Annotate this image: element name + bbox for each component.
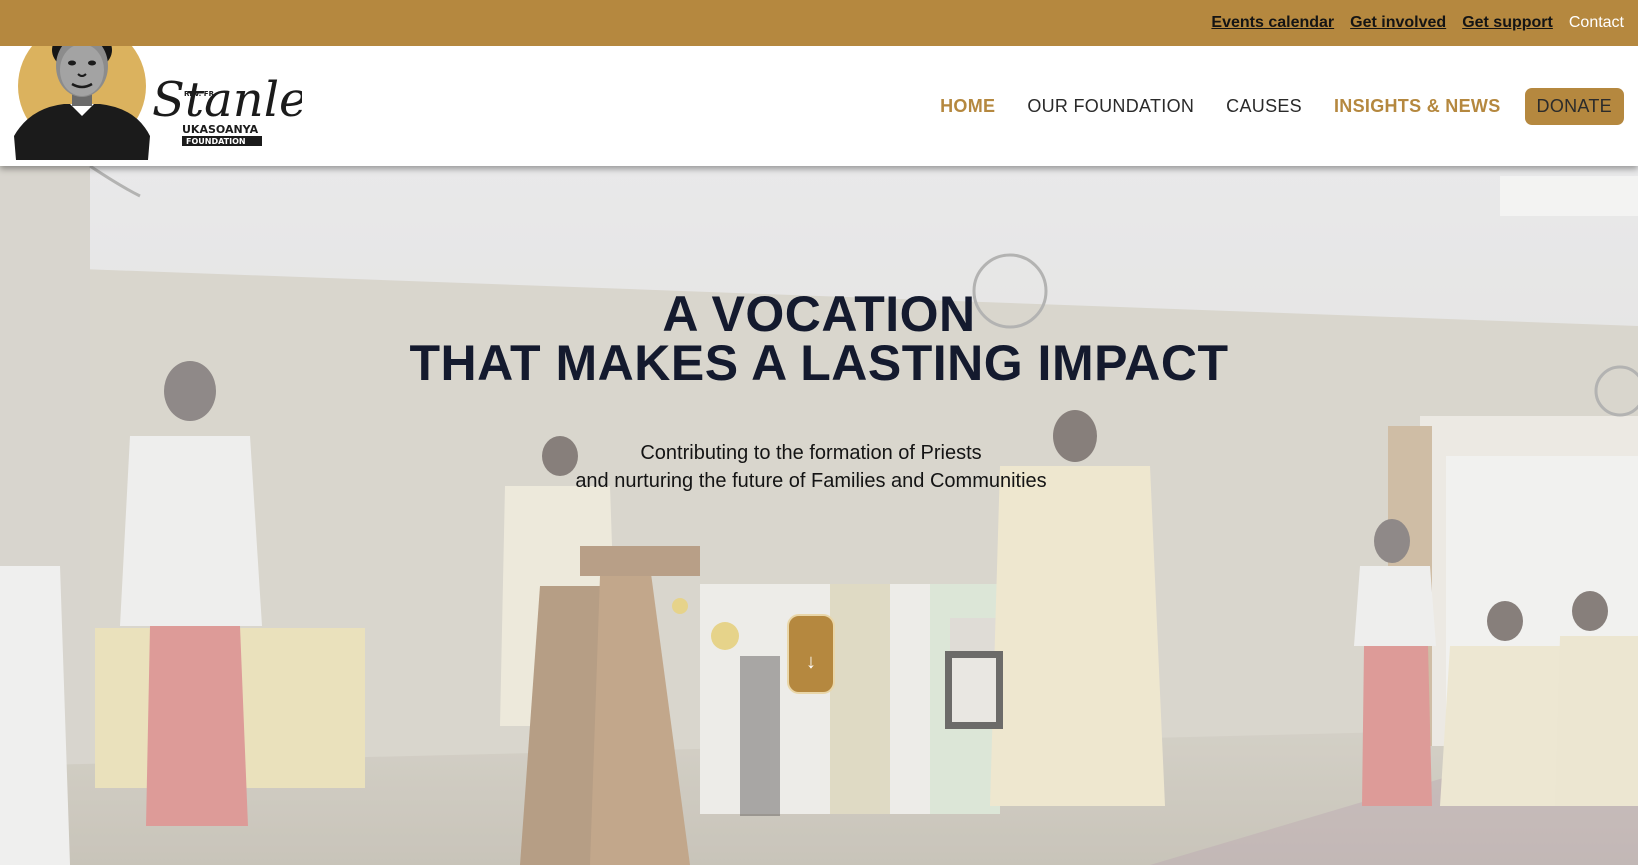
logo-tag-text: FOUNDATION	[186, 137, 246, 146]
nav-our-foundation[interactable]: OUR FOUNDATION	[1027, 96, 1194, 117]
contact-link[interactable]: Contact	[1569, 14, 1624, 32]
hero-subtitle-line-1: Contributing to the formation of Priests	[640, 442, 982, 464]
main-nav: HOME OUR FOUNDATION CAUSES INSIGHTS & NE…	[940, 88, 1624, 125]
donate-button[interactable]: DONATE	[1524, 88, 1624, 125]
hero-background-photo	[0, 166, 1638, 865]
hero-subtitle: Contributing to the formation of Priests…	[0, 439, 1622, 495]
hero-title-line-1: A VOCATION	[662, 286, 976, 342]
utility-links: Events calendar Get involved Get support…	[1211, 0, 1624, 46]
scroll-down-button[interactable]: ↓	[787, 614, 835, 694]
events-calendar-link[interactable]: Events calendar	[1211, 14, 1334, 32]
get-involved-link[interactable]: Get involved	[1350, 14, 1446, 32]
logo-name-text: UKASOANYA	[182, 123, 259, 136]
nav-home[interactable]: HOME	[940, 96, 995, 117]
get-support-link[interactable]: Get support	[1462, 14, 1553, 32]
arrow-down-icon: ↓	[806, 650, 816, 673]
nav-causes[interactable]: CAUSES	[1226, 96, 1302, 117]
site-header: REV. FR. Stanley UKASOANYA FOUNDATION HO…	[0, 22, 1638, 166]
hero-title-line-2: THAT MAKES A LASTING IMPACT	[409, 335, 1229, 391]
hero-section: A VOCATION THAT MAKES A LASTING IMPACT C…	[0, 166, 1638, 865]
hero-title: A VOCATION THAT MAKES A LASTING IMPACT	[0, 286, 1638, 391]
hero-subtitle-line-2: and nurturing the future of Families and…	[575, 470, 1047, 492]
nav-insights-news[interactable]: INSIGHTS & NEWS	[1334, 96, 1501, 117]
utility-bar: Events calendar Get involved Get support…	[0, 0, 1638, 46]
logo-script-text: Stanley	[152, 72, 302, 128]
